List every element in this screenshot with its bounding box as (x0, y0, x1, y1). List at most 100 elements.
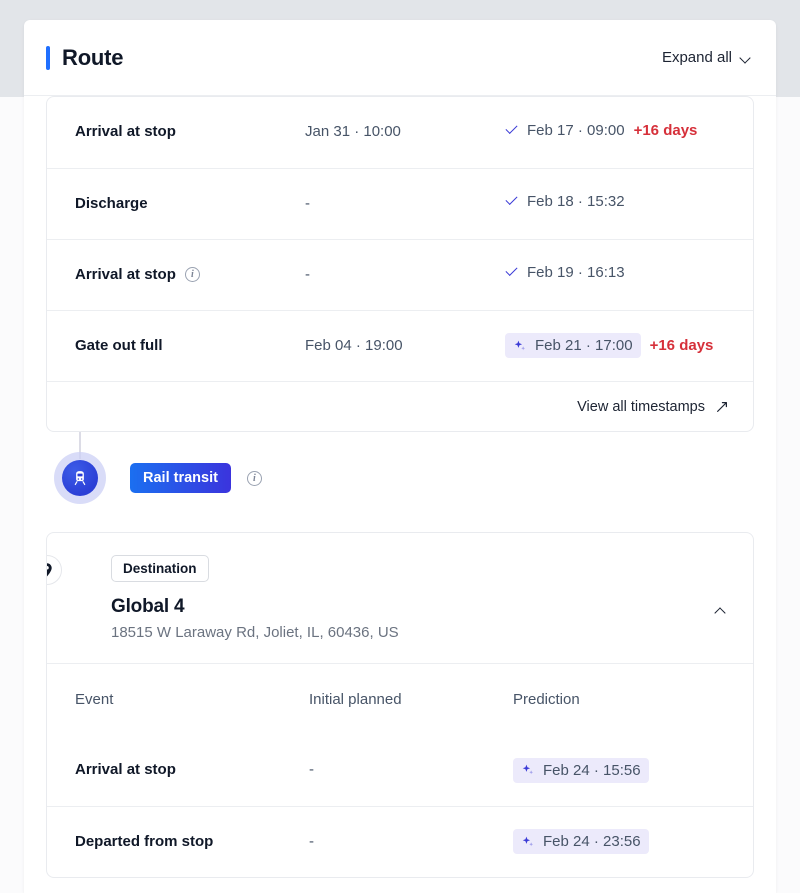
planned-value: Jan 31 · 10:00 (305, 123, 401, 141)
prediction-badge: Feb 24 · 15:56 (513, 757, 649, 783)
transit-node-disc (62, 460, 98, 496)
check-icon (505, 124, 519, 138)
prediction-value-group: Feb 17 · 09:00 (505, 122, 625, 139)
event-label: Arrival at stop (75, 761, 176, 779)
table-row: Gate out full Feb 04 · 19:00 Feb 21 · 17… (47, 310, 753, 381)
chevron-down-icon (741, 54, 752, 61)
prediction-value: Feb 17 · 09:00 (527, 122, 625, 139)
destination-name: Global 4 (111, 596, 185, 617)
chevron-up-icon (715, 607, 726, 614)
prediction-cell: Feb 24 · 23:56 (513, 806, 753, 877)
prediction-value: Feb 19 · 16:13 (527, 264, 625, 282)
prediction-cell: Feb 17 · 09:00 +16 days (505, 97, 753, 168)
expand-all-label: Expand all (661, 49, 732, 66)
planned-value: Feb 04 · 19:00 (305, 336, 403, 354)
expand-all-button[interactable]: Expand all (662, 49, 752, 66)
prediction-cell: Feb 18 · 15:32 (505, 168, 753, 239)
destination-collapse-button[interactable] (709, 599, 731, 621)
destination-header: Destination Global 4 18515 W Laraway Rd,… (47, 533, 753, 663)
table-row: Discharge - Feb 18 · 15:32 (47, 168, 753, 239)
destination-card: Destination Global 4 18515 W Laraway Rd,… (46, 532, 754, 878)
destination-address: 18515 W Laraway Rd, Joliet, IL, 60436, U… (111, 624, 399, 641)
column-header-prediction: Prediction (513, 691, 580, 708)
check-icon (505, 195, 519, 209)
prediction-cell: Feb 19 · 16:13 (505, 239, 753, 310)
planned-value: - (309, 761, 314, 779)
card-footer: View all timestamps (47, 381, 753, 431)
planned-cell: - (305, 239, 505, 310)
prediction-value-group: Feb 18 · 15:32 (505, 193, 625, 210)
planned-value: - (305, 194, 310, 212)
table-row: Arrival at stop Jan 31 · 10:00 Feb 17 · … (47, 97, 753, 168)
title-group: Route (46, 44, 124, 71)
transit-mode-node (54, 452, 106, 504)
event-cell: Discharge (47, 168, 305, 239)
panel-body: Arrival at stop Jan 31 · 10:00 Feb 17 · … (24, 96, 776, 878)
rail-transit-badge[interactable]: Rail transit (130, 463, 231, 493)
map-pin-badge (47, 555, 62, 585)
map-pin-icon (47, 563, 52, 577)
planned-cell: Feb 04 · 19:00 (305, 310, 505, 381)
event-name-wrap: Gate out full (75, 337, 163, 354)
train-icon (74, 471, 86, 486)
event-label: Departed from stop (75, 832, 214, 850)
page-title: Route (62, 44, 124, 70)
column-header-event: Event (75, 691, 114, 708)
table-row: Arrival at stop - Feb 24 · 15:56 (47, 735, 753, 806)
view-all-timestamps-link[interactable]: View all timestamps (577, 399, 705, 415)
planned-cell: - (309, 806, 513, 877)
planned-cell: - (309, 735, 513, 806)
origin-events-card: Arrival at stop Jan 31 · 10:00 Feb 17 · … (46, 96, 754, 432)
event-cell: Arrival at stop (47, 97, 305, 168)
table-row: Arrival at stop i - Feb 19 · 16:13 (47, 239, 753, 310)
prediction-wrap: Feb 17 · 09:00 +16 days (505, 122, 697, 139)
planned-cell: Jan 31 · 10:00 (305, 97, 505, 168)
planned-value: - (305, 265, 310, 283)
prediction-badge: Feb 21 · 17:00 (505, 333, 641, 359)
event-cell: Arrival at stop i (47, 239, 305, 310)
transit-mode-row: Rail transit i (24, 432, 776, 524)
table-row: Departed from stop - Feb 24 · 23:56 (47, 806, 753, 877)
event-label: Arrival at stop (75, 123, 176, 141)
planned-cell: - (305, 168, 505, 239)
event-name-wrap: Arrival at stop (75, 123, 176, 140)
prediction-wrap: Feb 21 · 17:00 +16 days (505, 333, 714, 359)
prediction-wrap: Feb 18 · 15:32 (505, 193, 625, 210)
event-label: Discharge (75, 194, 148, 212)
check-icon (505, 266, 519, 280)
destination-table-wrap: Event Initial planned Prediction Arrival… (47, 663, 753, 877)
event-label: Arrival at stop (75, 265, 176, 283)
info-icon[interactable]: i (246, 470, 262, 486)
event-cell: Gate out full (47, 310, 305, 381)
sparkle-icon (522, 836, 534, 846)
title-accent-bar (46, 45, 50, 70)
route-panel: Route Expand all Arrival at stop Jan 31 … (24, 20, 776, 893)
prediction-badge: Feb 24 · 23:56 (513, 829, 649, 855)
expand-diagonal-icon[interactable] (715, 400, 729, 414)
panel-header: Route Expand all (24, 20, 776, 96)
prediction-value: Feb 18 · 15:32 (527, 193, 625, 211)
event-cell: Arrival at stop (47, 735, 309, 806)
prediction-cell: Feb 21 · 17:00 +16 days (505, 310, 753, 381)
info-icon[interactable]: i (184, 266, 200, 282)
delay-badge: +16 days (649, 337, 714, 355)
column-header-planned: Initial planned (309, 691, 402, 708)
destination-tag[interactable]: Destination (111, 555, 209, 582)
event-label: Gate out full (75, 336, 163, 354)
origin-events-table: Arrival at stop Jan 31 · 10:00 Feb 17 · … (47, 97, 753, 381)
planned-value: - (309, 832, 314, 850)
event-name-wrap: Arrival at stop i (75, 266, 200, 283)
prediction-cell: Feb 24 · 15:56 (513, 735, 753, 806)
prediction-value: Feb 21 · 17:00 (535, 337, 633, 355)
destination-events-table: Event Initial planned Prediction Arrival… (47, 664, 753, 877)
prediction-value: Feb 24 · 23:56 (543, 833, 641, 851)
prediction-value: Feb 24 · 15:56 (543, 761, 641, 779)
sparkle-icon (522, 764, 534, 775)
sparkle-icon (514, 340, 526, 350)
table-header-row: Event Initial planned Prediction (47, 664, 753, 735)
delay-badge: +16 days (633, 122, 698, 139)
prediction-wrap: Feb 19 · 16:13 (505, 264, 625, 281)
prediction-value-group: Feb 19 · 16:13 (505, 264, 625, 281)
event-name-wrap: Discharge (75, 195, 148, 212)
event-cell: Departed from stop (47, 806, 309, 877)
